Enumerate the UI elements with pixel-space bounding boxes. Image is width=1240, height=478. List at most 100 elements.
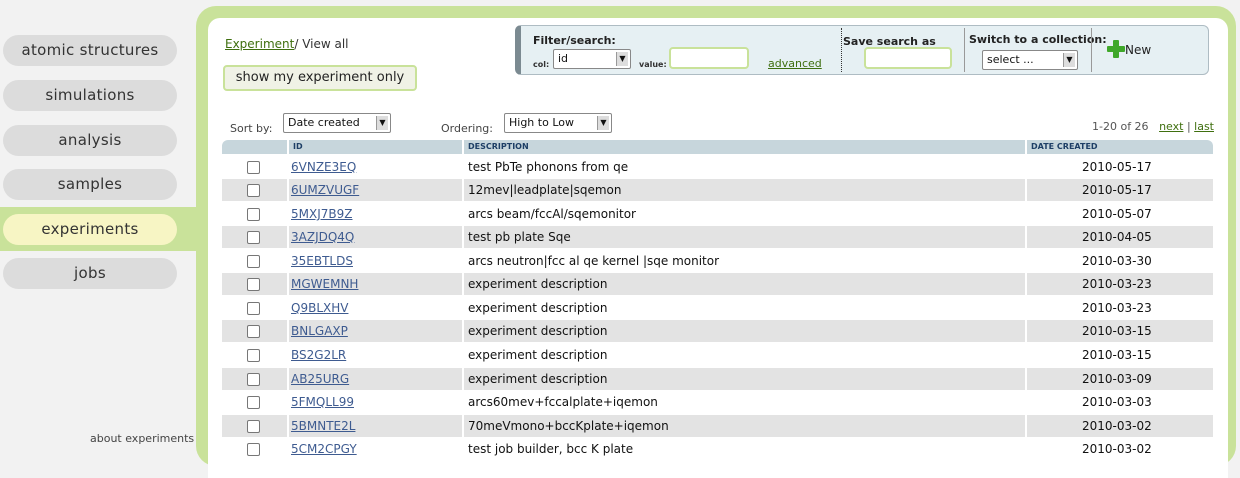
breadcrumb-experiment-link[interactable]: Experiment <box>225 37 294 51</box>
column-divider <box>287 156 289 178</box>
sort-by-select[interactable]: Date created ▼ <box>283 113 391 133</box>
experiment-description: experiment description <box>468 372 608 386</box>
experiment-id-link[interactable]: 6VNZE3EQ <box>291 156 356 178</box>
table-row: 3AZJDQ4Q test pb plate Sqe 2010-04-05 <box>222 226 1213 248</box>
sidebar-item-jobs[interactable]: jobs <box>3 258 177 289</box>
new-experiment-button[interactable]: New <box>1107 40 1151 58</box>
experiment-date-created: 2010-04-05 <box>1082 230 1152 244</box>
separator <box>841 28 842 72</box>
breadcrumb: Experiment/ View all <box>225 37 349 51</box>
column-header-id[interactable]: ID <box>289 140 303 154</box>
experiment-description: test PbTe phonons from qe <box>468 160 629 174</box>
column-divider <box>287 203 289 225</box>
pagination-range: 1-20 of 26 <box>1092 120 1149 133</box>
column-divider <box>287 415 289 437</box>
experiment-id-link[interactable]: 5CM2CPGY <box>291 438 357 460</box>
row-checkbox[interactable] <box>247 184 260 197</box>
table-row: MGWEMNH experiment description 2010-03-2… <box>222 273 1213 295</box>
sort-by-label: Sort by: <box>230 122 273 135</box>
experiment-description: experiment description <box>468 301 608 315</box>
column-divider <box>462 250 464 272</box>
experiment-description: 70meVmono+bccKplate+iqemon <box>468 419 669 433</box>
column-divider <box>462 203 464 225</box>
experiment-id-link[interactable]: 6UMZVUGF <box>291 179 359 201</box>
column-divider <box>1025 320 1027 342</box>
ordering-select[interactable]: High to Low ▼ <box>504 113 612 133</box>
row-checkbox[interactable] <box>247 349 260 362</box>
column-header-date-created[interactable]: DATE CREATED <box>1027 140 1098 154</box>
column-divider <box>462 438 464 460</box>
experiment-id-link[interactable]: AB25URG <box>291 368 349 390</box>
column-divider <box>1025 156 1027 178</box>
experiment-date-created: 2010-03-02 <box>1082 442 1152 456</box>
experiment-date-created: 2010-03-23 <box>1082 301 1152 315</box>
sidebar-item-analysis[interactable]: analysis <box>3 125 177 156</box>
column-divider <box>287 391 289 413</box>
row-checkbox[interactable] <box>247 161 260 174</box>
column-divider <box>287 320 289 342</box>
row-checkbox[interactable] <box>247 231 260 244</box>
experiment-date-created: 2010-05-17 <box>1082 183 1152 197</box>
sidebar-item-atomic-structures[interactable]: atomic structures <box>3 35 177 66</box>
filter-search-title: Filter/search: <box>533 34 616 47</box>
dropdown-arrow-icon: ▼ <box>597 116 609 130</box>
sidebar-item-simulations[interactable]: simulations <box>3 80 177 111</box>
advanced-search-link[interactable]: advanced <box>768 57 822 70</box>
sidebar-item-samples[interactable]: samples <box>3 169 177 200</box>
experiment-id-link[interactable]: BS2G2LR <box>291 344 346 366</box>
column-divider <box>287 368 289 390</box>
about-experiments-link[interactable]: about experiments <box>90 432 194 445</box>
ordering-value: High to Low <box>509 116 574 129</box>
column-divider <box>462 368 464 390</box>
experiment-id-link[interactable]: 5MXJ7B9Z <box>291 203 352 225</box>
experiment-id-link[interactable]: Q9BLXHV <box>291 297 348 319</box>
dropdown-arrow-icon: ▼ <box>376 116 388 130</box>
last-page-link[interactable]: last <box>1194 120 1214 133</box>
column-header-description[interactable]: DESCRIPTION <box>464 140 529 154</box>
column-divider <box>462 273 464 295</box>
row-checkbox[interactable] <box>247 208 260 221</box>
experiment-id-link[interactable]: 5BMNTE2L <box>291 415 355 437</box>
column-divider <box>287 226 289 248</box>
table-row: AB25URG experiment description 2010-03-0… <box>222 368 1213 390</box>
sidebar: atomic structures simulations analysis s… <box>0 0 200 452</box>
table-header: ID DESCRIPTION DATE CREATED <box>222 140 1213 154</box>
filter-value-input[interactable] <box>669 47 749 69</box>
ordering-label: Ordering: <box>441 122 493 135</box>
experiment-description: arcs neutron|fcc al qe kernel |sqe monit… <box>468 254 720 268</box>
column-divider <box>1025 368 1027 390</box>
row-checkbox[interactable] <box>247 420 260 433</box>
column-divider <box>462 297 464 319</box>
row-checkbox[interactable] <box>247 278 260 291</box>
row-checkbox[interactable] <box>247 373 260 386</box>
column-divider <box>462 391 464 413</box>
column-divider <box>462 156 464 178</box>
table-row: 5BMNTE2L 70meVmono+bccKplate+iqemon 2010… <box>222 415 1213 437</box>
column-divider <box>462 415 464 437</box>
next-page-link[interactable]: next <box>1159 120 1183 133</box>
table-row: BNLGAXP experiment description 2010-03-1… <box>222 320 1213 342</box>
pagination-separator: | <box>1186 120 1191 133</box>
row-checkbox[interactable] <box>247 325 260 338</box>
dropdown-arrow-icon: ▼ <box>1063 53 1075 67</box>
row-checkbox[interactable] <box>247 302 260 315</box>
row-checkbox[interactable] <box>247 396 260 409</box>
sidebar-item-experiments[interactable]: experiments <box>3 214 177 245</box>
show-my-experiment-only-button[interactable]: show my experiment only <box>223 65 417 91</box>
experiment-id-link[interactable]: BNLGAXP <box>291 320 348 342</box>
experiment-id-link[interactable]: 35EBTLDS <box>291 250 353 272</box>
save-search-input[interactable] <box>864 47 952 69</box>
column-select[interactable]: id ▼ <box>553 49 631 69</box>
collection-select[interactable]: select ... ▼ <box>982 50 1078 70</box>
column-divider <box>1025 179 1027 201</box>
experiment-id-link[interactable]: 3AZJDQ4Q <box>291 226 354 248</box>
row-checkbox[interactable] <box>247 255 260 268</box>
experiment-description: experiment description <box>468 277 608 291</box>
experiment-id-link[interactable]: MGWEMNH <box>291 273 358 295</box>
experiment-id-link[interactable]: 5FMQLL99 <box>291 391 354 413</box>
pagination: 1-20 of 26 next | last <box>1092 120 1214 133</box>
row-checkbox[interactable] <box>247 443 260 456</box>
column-divider <box>1025 226 1027 248</box>
column-divider <box>462 320 464 342</box>
value-label: value: <box>639 60 667 69</box>
